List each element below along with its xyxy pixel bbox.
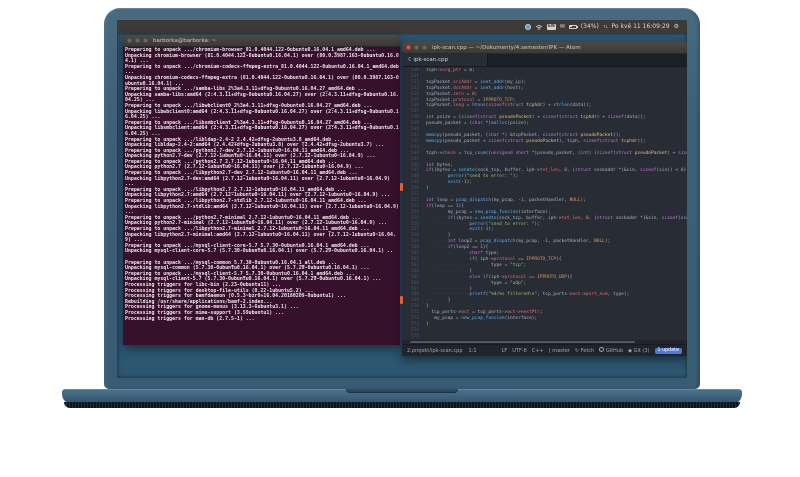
scroll-marker-top bbox=[400, 183, 403, 191]
indent-guide: ················ bbox=[426, 274, 470, 280]
system-tray: EN ✉ (34%) ↑↓ Po kvě 11 16:09:29 ⚙ bbox=[524, 23, 679, 30]
laptop-lid-notch bbox=[346, 389, 458, 393]
terminal-line: Unpacking mysql-client-core-5.7 (5.7.30-… bbox=[125, 248, 393, 255]
terminal-line: Processing triggers for man-db (2.7.5-1)… bbox=[125, 315, 255, 322]
indent-guide: ········ bbox=[426, 174, 448, 180]
laptop-base-edge bbox=[64, 402, 740, 408]
laptop-base bbox=[62, 389, 742, 410]
code-line: tcph->check = tcp_csum((unsigned short *… bbox=[426, 150, 687, 156]
fetch-icon: ↻ bbox=[574, 347, 580, 354]
terminal-window: barborka@barborka: ~ Preparing to unpack… bbox=[123, 35, 400, 345]
keyboard-layout-indicator[interactable]: EN bbox=[546, 23, 556, 30]
laptop-screen: EN ✉ (34%) ↑↓ Po kvě 11 16:09:29 ⚙ barbo… bbox=[117, 20, 687, 378]
indent-guide: ··· bbox=[426, 316, 435, 322]
git-branch-icon: ⌊ bbox=[548, 347, 551, 354]
indent-guide: ················ bbox=[426, 227, 470, 233]
editor-maximize-button[interactable] bbox=[422, 45, 427, 50]
indent-guide: ················ bbox=[426, 292, 470, 298]
tab-bar: C ipk-scan.cpp bbox=[402, 54, 687, 67]
status-language[interactable]: C++ bbox=[532, 348, 544, 354]
indent-guide: ························ bbox=[426, 262, 492, 268]
battery-icon[interactable] bbox=[568, 24, 578, 29]
indent-guide: ········ bbox=[426, 180, 448, 186]
indent-guide: ········ bbox=[426, 245, 448, 251]
indent-guide: ················ bbox=[426, 268, 470, 274]
status-github[interactable]: GitHub bbox=[599, 347, 623, 354]
git-icon: ◆ bbox=[628, 347, 633, 354]
indent-guide: ························ bbox=[426, 280, 492, 286]
clock[interactable]: Po kvě 11 16:09:29 bbox=[612, 23, 670, 30]
indent-guide: ················ bbox=[426, 221, 470, 227]
indent-guide: ········ bbox=[426, 233, 448, 239]
status-file-path[interactable]: 2.projekt/ipk-scan.cpp bbox=[407, 348, 463, 354]
status-bar: 2.projekt/ipk-scan.cpp 1:1 LF UTF-8 C++ … bbox=[402, 344, 687, 356]
terminal-title: barborka@barborka: ~ bbox=[153, 37, 217, 44]
session-gear-icon[interactable]: ⚙ bbox=[674, 23, 679, 30]
editor-titlebar[interactable]: ipk-scan.cpp — ~/Dokumenty/4.semester/IP… bbox=[402, 42, 687, 54]
terminal-body[interactable]: Preparing to unpack .../chromium-browser… bbox=[123, 47, 400, 345]
mail-icon[interactable]: ✉ bbox=[560, 23, 565, 30]
battery-percentage: (34%) bbox=[580, 23, 599, 30]
scroll-marker-bottom bbox=[400, 296, 403, 304]
editor-gutter: 530 531 532 533 534 535 536 537 538 539 540 541 542 5… bbox=[402, 68, 422, 340]
editor-code[interactable]: tcph->urg_ptr = 0; tcpPacket.srcAddr = i… bbox=[422, 68, 687, 340]
editor-code-area[interactable]: 530 531 532 533 534 535 536 537 538 539 540 541 542 5… bbox=[402, 68, 687, 340]
tab-label: ipk-scan.cpp bbox=[413, 57, 449, 63]
cpp-file-icon: C bbox=[408, 57, 412, 63]
github-icon bbox=[599, 347, 605, 352]
status-git[interactable]: ◆ Git (3) bbox=[628, 348, 649, 354]
scrollbar-handle[interactable] bbox=[410, 341, 635, 343]
maximize-button[interactable] bbox=[143, 38, 148, 43]
editor-minimize-button[interactable] bbox=[414, 45, 419, 50]
laptop-frame: EN ✉ (34%) ↑↓ Po kvě 11 16:09:29 ⚙ barbo… bbox=[104, 8, 700, 389]
laptop-mockup: EN ✉ (34%) ↑↓ Po kvě 11 16:09:29 ⚙ barbo… bbox=[0, 0, 800, 477]
indent-guide: ················ bbox=[426, 251, 470, 257]
indent-guide: ········ bbox=[426, 209, 448, 215]
indicator-app-icon[interactable] bbox=[524, 23, 531, 30]
indent-guide: ········ bbox=[426, 298, 448, 304]
status-encoding[interactable]: UTF-8 bbox=[512, 348, 527, 354]
editor-title: ipk-scan.cpp — ~/Dokumenty/4.semester/IP… bbox=[432, 44, 581, 51]
status-fetch[interactable]: ↻ Fetch bbox=[575, 348, 594, 354]
terminal-titlebar[interactable]: barborka@barborka: ~ bbox=[123, 35, 400, 47]
wifi-icon[interactable] bbox=[535, 24, 543, 30]
indent-guide: ········ bbox=[426, 215, 448, 221]
network-arrows-icon[interactable]: ↑↓ bbox=[603, 24, 609, 29]
editor-close-button[interactable] bbox=[406, 45, 411, 50]
updates-badge[interactable]: 1 update bbox=[654, 347, 682, 354]
minimize-button[interactable] bbox=[135, 38, 140, 43]
editor-window: ipk-scan.cpp — ~/Dokumenty/4.semester/IP… bbox=[402, 42, 687, 356]
indent-guide: ················ bbox=[426, 286, 470, 292]
close-button[interactable] bbox=[127, 38, 132, 43]
status-line-ending[interactable]: LF bbox=[502, 348, 508, 354]
indent-guide: ········ bbox=[426, 239, 448, 245]
status-cursor-position[interactable]: 1:1 bbox=[469, 348, 477, 354]
tab-ipk-scan-cpp[interactable]: C ipk-scan.cpp bbox=[402, 54, 488, 66]
status-branch[interactable]: ⌊ master bbox=[549, 348, 570, 354]
line-number: 575 bbox=[410, 333, 419, 339]
system-menubar: EN ✉ (34%) ↑↓ Po kvě 11 16:09:29 ⚙ bbox=[117, 20, 687, 33]
terminal-line: Unpacking libsmbclient:amd64 (2:4.3.11+d… bbox=[125, 125, 399, 137]
indent-guide: ················ bbox=[426, 257, 470, 262]
